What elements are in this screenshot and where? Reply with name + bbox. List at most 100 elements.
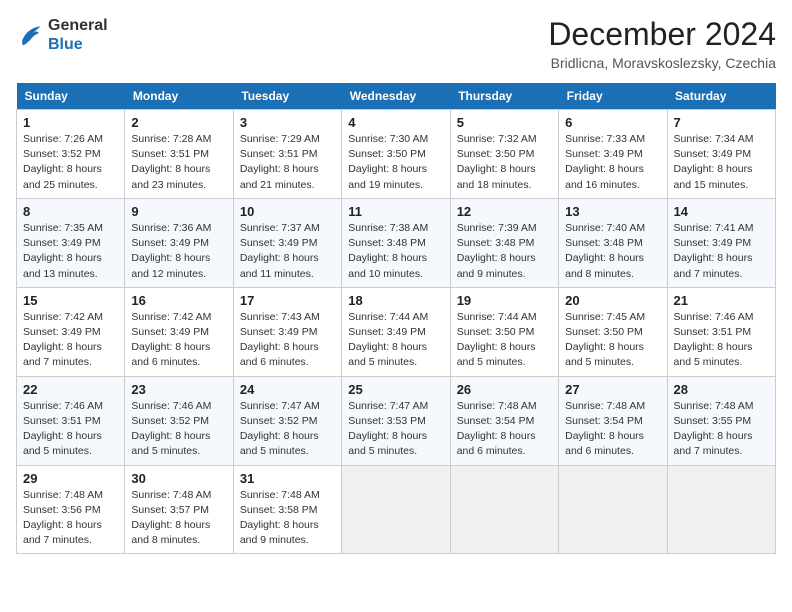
day-number: 18 [348,293,443,308]
calendar-table: SundayMondayTuesdayWednesdayThursdayFrid… [16,83,776,554]
day-info: Sunrise: 7:28 AMSunset: 3:51 PMDaylight:… [131,132,226,193]
day-info: Sunrise: 7:48 AMSunset: 3:54 PMDaylight:… [565,399,660,460]
calendar-cell [342,465,450,554]
calendar-cell: 6 Sunrise: 7:33 AMSunset: 3:49 PMDaylight… [559,110,667,199]
calendar-cell: 29 Sunrise: 7:48 AMSunset: 3:56 PMDayligh… [17,465,125,554]
calendar-cell: 21Sunrise: 7:46 AMSunset: 3:51 PMDayligh… [667,287,775,376]
day-number: 8 [23,204,118,219]
day-info: Sunrise: 7:26 AMSunset: 3:52 PMDaylight:… [23,132,118,193]
calendar-cell: 30 Sunrise: 7:48 AMSunset: 3:57 PMDayligh… [125,465,233,554]
calendar-cell: 7 Sunrise: 7:34 AMSunset: 3:49 PMDaylight… [667,110,775,199]
day-info: Sunrise: 7:41 AMSunset: 3:49 PMDaylight:… [674,221,769,282]
day-info: Sunrise: 7:46 AMSunset: 3:52 PMDaylight:… [131,399,226,460]
day-number: 23 [131,382,226,397]
day-info: Sunrise: 7:33 AMSunset: 3:49 PMDaylight:… [565,132,660,193]
calendar-cell: 15 Sunrise: 7:42 AMSunset: 3:49 PMDayligh… [17,287,125,376]
day-number: 17 [240,293,335,308]
day-number: 24 [240,382,335,397]
day-number: 15 [23,293,118,308]
day-number: 7 [674,115,769,130]
calendar-cell: 9 Sunrise: 7:36 AMSunset: 3:49 PMDaylight… [125,198,233,287]
day-number: 2 [131,115,226,130]
day-number: 31 [240,471,335,486]
calendar-cell: 14 Sunrise: 7:41 AMSunset: 3:49 PMDayligh… [667,198,775,287]
calendar-cell [450,465,558,554]
day-header-friday: Friday [559,83,667,110]
calendar-cell: 22 Sunrise: 7:46 AMSunset: 3:51 PMDayligh… [17,376,125,465]
day-number: 19 [457,293,552,308]
week-row-4: 22 Sunrise: 7:46 AMSunset: 3:51 PMDayligh… [17,376,776,465]
page-header: General Blue December 2024 Bridlicna, Mo… [16,16,776,71]
day-number: 21 [674,293,769,308]
day-info: Sunrise: 7:47 AMSunset: 3:52 PMDaylight:… [240,399,335,460]
day-info: Sunrise: 7:48 AMSunset: 3:57 PMDaylight:… [131,488,226,549]
day-info: Sunrise: 7:34 AMSunset: 3:49 PMDaylight:… [674,132,769,193]
day-number: 10 [240,204,335,219]
day-header-wednesday: Wednesday [342,83,450,110]
day-info: Sunrise: 7:30 AMSunset: 3:50 PMDaylight:… [348,132,443,193]
day-info: Sunrise: 7:48 AMSunset: 3:54 PMDaylight:… [457,399,552,460]
day-info: Sunrise: 7:48 AMSunset: 3:55 PMDaylight:… [674,399,769,460]
day-info: Sunrise: 7:48 AMSunset: 3:58 PMDaylight:… [240,488,335,549]
day-number: 30 [131,471,226,486]
day-info: Sunrise: 7:45 AMSunset: 3:50 PMDaylight:… [565,310,660,371]
location-subtitle: Bridlicna, Moravskoslezsky, Czechia [548,55,776,71]
calendar-cell: 31 Sunrise: 7:48 AMSunset: 3:58 PMDayligh… [233,465,341,554]
day-info: Sunrise: 7:47 AMSunset: 3:53 PMDaylight:… [348,399,443,460]
day-number: 11 [348,204,443,219]
day-info: Sunrise: 7:35 AMSunset: 3:49 PMDaylight:… [23,221,118,282]
day-info: Sunrise: 7:39 AMSunset: 3:48 PMDaylight:… [457,221,552,282]
calendar-cell: 13 Sunrise: 7:40 AMSunset: 3:48 PMDayligh… [559,198,667,287]
calendar-cell: 26 Sunrise: 7:48 AMSunset: 3:54 PMDayligh… [450,376,558,465]
calendar-cell: 2 Sunrise: 7:28 AMSunset: 3:51 PMDaylight… [125,110,233,199]
calendar-cell: 3Sunrise: 7:29 AMSunset: 3:51 PMDaylight… [233,110,341,199]
calendar-cell: 8 Sunrise: 7:35 AMSunset: 3:49 PMDaylight… [17,198,125,287]
day-info: Sunrise: 7:29 AMSunset: 3:51 PMDaylight:… [240,132,335,193]
calendar-cell: 19Sunrise: 7:44 AMSunset: 3:50 PMDayligh… [450,287,558,376]
calendar-cell: 1 Sunrise: 7:26 AMSunset: 3:52 PMDaylight… [17,110,125,199]
day-info: Sunrise: 7:43 AMSunset: 3:49 PMDaylight:… [240,310,335,371]
week-row-1: 1 Sunrise: 7:26 AMSunset: 3:52 PMDaylight… [17,110,776,199]
day-info: Sunrise: 7:36 AMSunset: 3:49 PMDaylight:… [131,221,226,282]
day-number: 9 [131,204,226,219]
day-info: Sunrise: 7:44 AMSunset: 3:49 PMDaylight:… [348,310,443,371]
calendar-cell: 25 Sunrise: 7:47 AMSunset: 3:53 PMDayligh… [342,376,450,465]
day-number: 29 [23,471,118,486]
week-row-3: 15 Sunrise: 7:42 AMSunset: 3:49 PMDayligh… [17,287,776,376]
day-info: Sunrise: 7:46 AMSunset: 3:51 PMDaylight:… [23,399,118,460]
day-number: 4 [348,115,443,130]
logo-text: General Blue [48,16,108,54]
day-header-thursday: Thursday [450,83,558,110]
calendar-cell [667,465,775,554]
calendar-cell: 17 Sunrise: 7:43 AMSunset: 3:49 PMDayligh… [233,287,341,376]
calendar-cell [559,465,667,554]
day-header-monday: Monday [125,83,233,110]
logo: General Blue [16,16,108,54]
day-info: Sunrise: 7:48 AMSunset: 3:56 PMDaylight:… [23,488,118,549]
calendar-cell: 28Sunrise: 7:48 AMSunset: 3:55 PMDayligh… [667,376,775,465]
day-info: Sunrise: 7:40 AMSunset: 3:48 PMDaylight:… [565,221,660,282]
day-info: Sunrise: 7:42 AMSunset: 3:49 PMDaylight:… [23,310,118,371]
day-number: 25 [348,382,443,397]
calendar-cell: 11Sunrise: 7:38 AMSunset: 3:48 PMDayligh… [342,198,450,287]
title-block: December 2024 Bridlicna, Moravskoslezsky… [548,16,776,71]
calendar-cell: 27 Sunrise: 7:48 AMSunset: 3:54 PMDayligh… [559,376,667,465]
calendar-cell: 16 Sunrise: 7:42 AMSunset: 3:49 PMDayligh… [125,287,233,376]
day-number: 26 [457,382,552,397]
day-info: Sunrise: 7:42 AMSunset: 3:49 PMDaylight:… [131,310,226,371]
day-number: 13 [565,204,660,219]
calendar-cell: 20Sunrise: 7:45 AMSunset: 3:50 PMDayligh… [559,287,667,376]
month-title: December 2024 [548,16,776,53]
calendar-cell: 23 Sunrise: 7:46 AMSunset: 3:52 PMDayligh… [125,376,233,465]
day-number: 27 [565,382,660,397]
calendar-cell: 24 Sunrise: 7:47 AMSunset: 3:52 PMDayligh… [233,376,341,465]
day-number: 14 [674,204,769,219]
week-row-2: 8 Sunrise: 7:35 AMSunset: 3:49 PMDaylight… [17,198,776,287]
day-header-saturday: Saturday [667,83,775,110]
day-number: 22 [23,382,118,397]
day-info: Sunrise: 7:37 AMSunset: 3:49 PMDaylight:… [240,221,335,282]
calendar-header-row: SundayMondayTuesdayWednesdayThursdayFrid… [17,83,776,110]
day-number: 16 [131,293,226,308]
day-number: 1 [23,115,118,130]
day-number: 6 [565,115,660,130]
